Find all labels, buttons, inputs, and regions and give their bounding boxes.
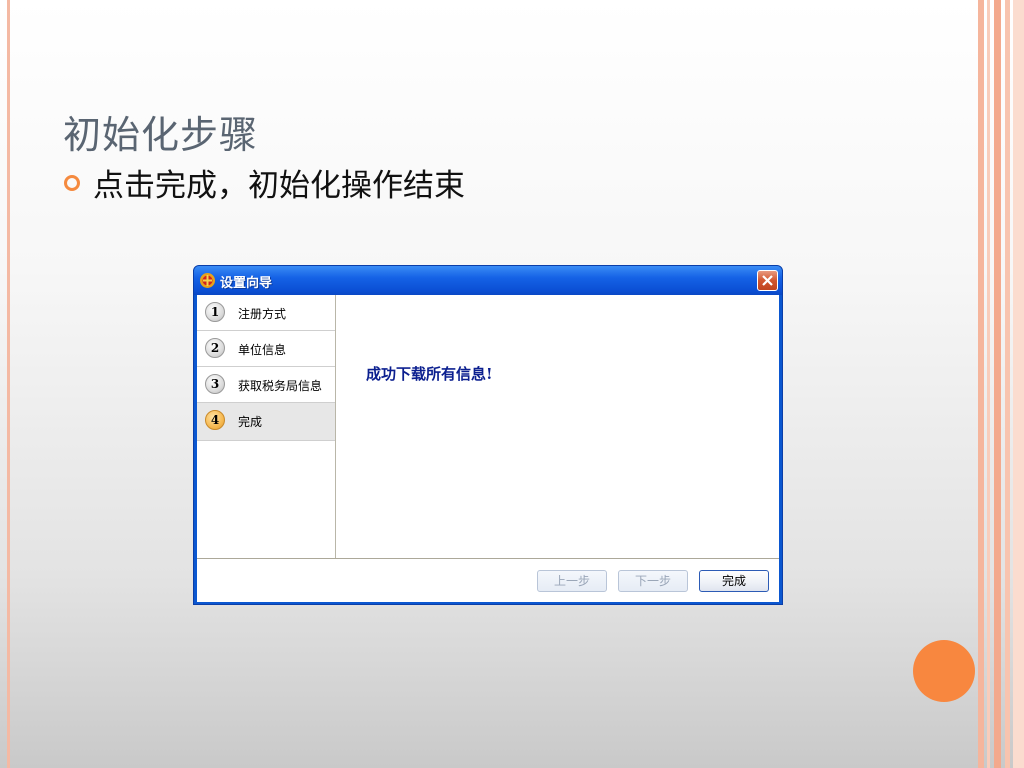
- next-step-button[interactable]: 下一步: [618, 570, 688, 592]
- step-list: 1 注册方式 2 单位信息 3 获取税务局信息 4 完成: [197, 295, 336, 558]
- right-decor-stripe: [994, 0, 1001, 768]
- step-label: 单位信息: [238, 343, 287, 357]
- step-label: 注册方式: [238, 307, 287, 321]
- slide-title: 初始化步骤: [63, 113, 259, 157]
- close-icon: [762, 275, 773, 286]
- window-title: 设置向导: [220, 276, 273, 291]
- window-titlebar[interactable]: 设置向导: [194, 266, 782, 295]
- success-message: 成功下载所有信息!: [366, 365, 493, 383]
- setup-wizard-window: 设置向导 1 注册方式 2 单位信息 3 获取税务局信息 4 完成 成功下载所有…: [193, 265, 783, 605]
- tax-logo-icon: [200, 273, 215, 288]
- step-item-unit-info[interactable]: 2 单位信息: [197, 331, 335, 367]
- step-number-badge: 3: [205, 374, 225, 394]
- window-client-area: 1 注册方式 2 单位信息 3 获取税务局信息 4 完成 成功下载所有信息! 上…: [197, 295, 779, 602]
- right-decor-stripe: [978, 0, 984, 768]
- slide-bullet-text: 点击完成，初始化操作结束: [93, 168, 465, 204]
- step-item-tax-bureau-info[interactable]: 3 获取税务局信息: [197, 367, 335, 403]
- close-button[interactable]: [757, 270, 778, 291]
- step-number-badge: 2: [205, 338, 225, 358]
- step-content-panel: 成功下载所有信息!: [336, 295, 779, 558]
- right-decor-stripe: [1013, 0, 1024, 768]
- right-decor-stripe: [987, 0, 990, 768]
- bullet-icon: [64, 175, 80, 191]
- finish-button[interactable]: 完成: [699, 570, 769, 592]
- previous-step-button[interactable]: 上一步: [537, 570, 607, 592]
- decor-orange-circle: [913, 640, 975, 702]
- step-label: 完成: [238, 415, 263, 429]
- step-number-badge: 4: [205, 410, 225, 430]
- right-decor-stripe: [1005, 0, 1010, 768]
- step-item-register-method[interactable]: 1 注册方式: [197, 295, 335, 331]
- wizard-button-bar: 上一步 下一步 完成: [197, 558, 779, 602]
- left-decor-line: [7, 0, 10, 768]
- step-label: 获取税务局信息: [238, 379, 323, 393]
- step-item-finish[interactable]: 4 完成: [197, 403, 335, 441]
- step-number-badge: 1: [205, 302, 225, 322]
